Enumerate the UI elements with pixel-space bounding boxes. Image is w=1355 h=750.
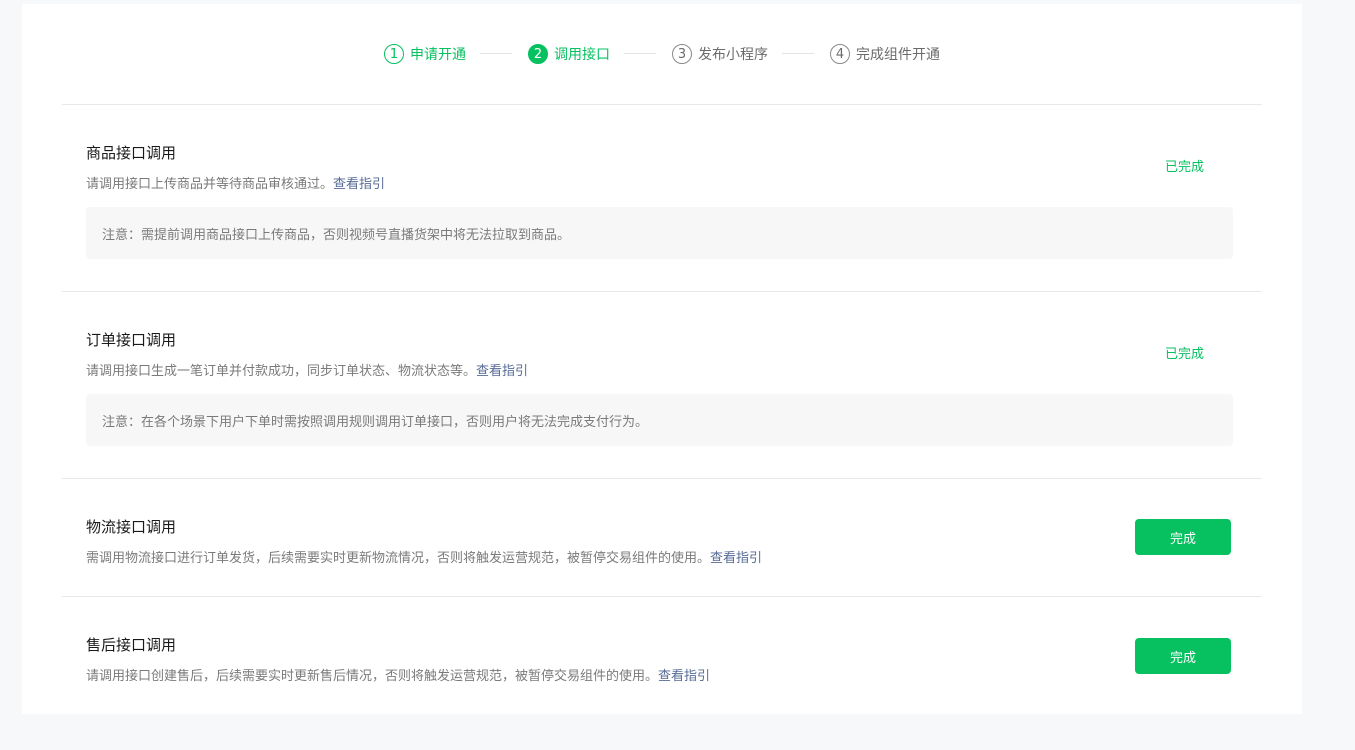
notice-box: 注意：需提前调用商品接口上传商品，否则视频号直播货架中将无法拉取到商品。 (86, 207, 1233, 259)
step-apply: 1 申请开通 (384, 43, 466, 65)
description-text: 请调用接口创建售后，后续需要实时更新售后情况，否则将触发运营规范，被暂停交易组件… (86, 669, 659, 684)
step-number: 3 (672, 44, 692, 64)
main-card: 1 申请开通 2 调用接口 3 发布小程序 4 完成组件开通 商品接口调用 请调… (22, 4, 1302, 714)
step-number: 1 (384, 44, 404, 64)
view-guide-link[interactable]: 查看指引 (476, 364, 528, 379)
progress-stepper: 1 申请开通 2 调用接口 3 发布小程序 4 完成组件开通 (22, 4, 1302, 104)
section-description: 请调用接口创建售后，后续需要实时更新售后情况，否则将触发运营规范，被暂停交易组件… (86, 665, 710, 684)
after-sales-api-section: 售后接口调用 请调用接口创建售后，后续需要实时更新售后情况，否则将触发运营规范，… (62, 597, 1262, 714)
step-connector (782, 53, 814, 54)
section-description: 需调用物流接口进行订单发货，后续需要实时更新物流情况，否则将触发运营规范，被暂停… (86, 547, 762, 566)
complete-button[interactable]: 完成 (1135, 519, 1231, 555)
view-guide-link[interactable]: 查看指引 (710, 551, 762, 566)
section-title: 物流接口调用 (86, 518, 177, 536)
completed-status: 已完成 (1164, 347, 1204, 362)
step-publish-miniprogram: 3 发布小程序 (672, 43, 768, 65)
step-number: 4 (830, 44, 850, 64)
section-description: 请调用接口上传商品并等待商品审核通过。查看指引 (86, 173, 385, 192)
step-connector (480, 53, 512, 54)
view-guide-link[interactable]: 查看指引 (333, 177, 385, 192)
section-title: 订单接口调用 (86, 331, 177, 349)
complete-button[interactable]: 完成 (1135, 638, 1231, 674)
step-label: 申请开通 (410, 47, 466, 63)
description-text: 请调用接口上传商品并等待商品审核通过。 (86, 177, 334, 192)
section-title: 商品接口调用 (86, 144, 177, 162)
view-guide-link[interactable]: 查看指引 (658, 669, 710, 684)
step-label: 完成组件开通 (856, 47, 940, 63)
description-text: 需调用物流接口进行订单发货，后续需要实时更新物流情况，否则将触发运营规范，被暂停… (86, 551, 711, 566)
section-title: 售后接口调用 (86, 636, 177, 654)
step-label: 发布小程序 (698, 47, 768, 63)
description-text: 请调用接口生成一笔订单并付款成功，同步订单状态、物流状态等。 (86, 364, 477, 379)
step-complete-activation: 4 完成组件开通 (830, 43, 940, 65)
logistics-api-section: 物流接口调用 需调用物流接口进行订单发货，后续需要实时更新物流情况，否则将触发运… (62, 479, 1262, 596)
step-connector (624, 53, 656, 54)
notice-box: 注意：在各个场景下用户下单时需按照调用规则调用订单接口，否则用户将无法完成支付行… (86, 394, 1233, 446)
section-description: 请调用接口生成一笔订单并付款成功，同步订单状态、物流状态等。查看指引 (86, 360, 528, 379)
order-api-section: 订单接口调用 请调用接口生成一笔订单并付款成功，同步订单状态、物流状态等。查看指… (62, 292, 1262, 478)
completed-status: 已完成 (1164, 160, 1204, 175)
product-api-section: 商品接口调用 请调用接口上传商品并等待商品审核通过。查看指引 注意：需提前调用商… (62, 105, 1262, 291)
step-call-api: 2 调用接口 (528, 43, 610, 65)
step-label: 调用接口 (554, 47, 610, 63)
step-number: 2 (528, 44, 548, 64)
